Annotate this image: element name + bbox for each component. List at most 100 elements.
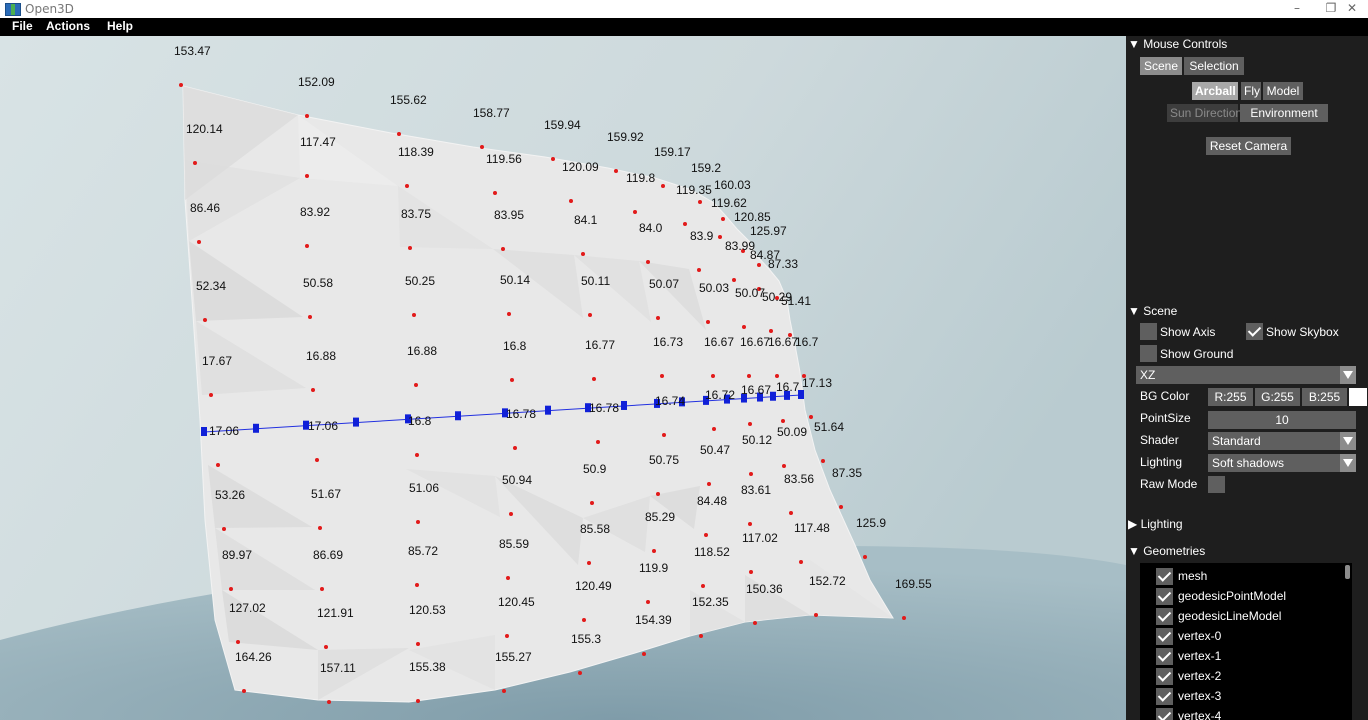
- model-button[interactable]: Model: [1263, 82, 1303, 100]
- bg-color-g[interactable]: G:255: [1255, 388, 1300, 406]
- vertex-value-label: 83.9: [690, 229, 714, 243]
- vertex-value-label: 16.8: [408, 414, 432, 428]
- geometry-visible-checkbox[interactable]: [1156, 708, 1173, 720]
- vertex-value-label: 120.49: [575, 579, 612, 593]
- geodesic-point-marker: [201, 427, 207, 436]
- show-ground-label: Show Ground: [1160, 347, 1234, 361]
- lighting-header[interactable]: ▶ Lighting: [1128, 517, 1183, 531]
- menu-actions[interactable]: Actions: [46, 19, 90, 33]
- bg-color-b[interactable]: B:255: [1302, 388, 1347, 406]
- menu-file[interactable]: File: [12, 19, 33, 33]
- vertex-value-label: 152.72: [809, 574, 846, 588]
- vertex-point: [308, 315, 312, 319]
- geometry-visible-checkbox[interactable]: [1156, 688, 1173, 705]
- lighting-select[interactable]: Soft shadows: [1208, 454, 1356, 472]
- environment-button[interactable]: Environment: [1240, 104, 1328, 122]
- vertex-value-label: 16.67: [704, 335, 734, 349]
- geometry-visible-checkbox[interactable]: [1156, 568, 1173, 585]
- sun-direction-button[interactable]: Sun Direction: [1167, 104, 1242, 122]
- geodesic-point-marker: [621, 400, 627, 410]
- tab-selection[interactable]: Selection: [1184, 57, 1244, 75]
- vertex-value-label: 16.77: [585, 338, 615, 352]
- vertex-point: [646, 260, 650, 264]
- vertex-value-label: 120.85: [734, 210, 771, 224]
- vertex-point: [236, 640, 240, 644]
- vertex-value-label: 119.9: [639, 561, 668, 575]
- geometries-header[interactable]: ▼ Geometries: [1128, 544, 1205, 558]
- vertex-value-label: 50.25: [405, 274, 435, 288]
- vertex-value-label: 87.33: [768, 257, 798, 271]
- 3d-viewport[interactable]: 153.47 152.09 155.62 158.77 159.94 159.92 159.…: [0, 36, 1126, 720]
- vertex-value-label: 86.46: [190, 201, 220, 215]
- show-skybox-checkbox[interactable]: [1246, 323, 1263, 340]
- vertex-point: [305, 114, 309, 118]
- minimize-button[interactable]: –: [1279, 0, 1315, 18]
- vertex-point: [397, 132, 401, 136]
- show-axis-checkbox[interactable]: [1140, 323, 1157, 340]
- vertex-value-label: 86.69: [313, 548, 343, 562]
- vertex-value-label: 51.06: [409, 481, 439, 495]
- close-button[interactable]: ✕: [1334, 0, 1368, 18]
- arcball-button[interactable]: Arcball: [1192, 82, 1238, 100]
- ground-plane-select[interactable]: XZ: [1136, 366, 1356, 384]
- geometry-visible-checkbox[interactable]: [1156, 628, 1173, 645]
- vertex-point: [493, 191, 497, 195]
- fly-button[interactable]: Fly: [1241, 82, 1261, 100]
- mouse-controls-header[interactable]: ▼ Mouse Controls: [1128, 37, 1227, 51]
- vertex-value-label: 125.97: [750, 224, 787, 238]
- raw-mode-checkbox[interactable]: [1208, 476, 1225, 493]
- vertex-value-label: 16.78: [506, 407, 536, 421]
- vertex-point: [660, 374, 664, 378]
- vertex-point: [592, 377, 596, 381]
- vertex-value-label: 17.67: [202, 354, 232, 368]
- vertex-value-label: 117.48: [794, 521, 830, 535]
- vertex-point: [324, 645, 328, 649]
- vertex-point: [697, 268, 701, 272]
- reset-camera-button[interactable]: Reset Camera: [1206, 137, 1291, 155]
- vertex-point: [814, 613, 818, 617]
- vertex-point: [569, 199, 573, 203]
- tab-scene[interactable]: Scene: [1140, 57, 1182, 75]
- vertex-value-label: 125.9: [856, 516, 886, 530]
- geodesic-point-marker: [253, 423, 259, 433]
- vertex-point: [320, 587, 324, 591]
- vertex-value-label: 50.07: [735, 286, 765, 300]
- vertex-value-label: 121.91: [317, 606, 354, 620]
- vertex-point: [416, 699, 420, 703]
- vertex-value-label: 50.47: [700, 443, 730, 457]
- vertex-point: [513, 446, 517, 450]
- geometries-list: mesh geodesicPointModel geodesicLineModel v…: [1140, 563, 1352, 720]
- geometry-item-label: geodesicLineModel: [1178, 609, 1282, 623]
- vertex-value-label: 152.35: [692, 595, 729, 609]
- vertex-value-label: 17.06: [209, 424, 239, 438]
- show-ground-checkbox[interactable]: [1140, 345, 1157, 362]
- vertex-point: [748, 522, 752, 526]
- geometry-visible-checkbox[interactable]: [1156, 608, 1173, 625]
- vertex-point: [596, 440, 600, 444]
- shader-select[interactable]: Standard: [1208, 432, 1356, 450]
- vertex-point: [203, 318, 207, 322]
- menu-help[interactable]: Help: [107, 19, 133, 33]
- vertex-point: [656, 492, 660, 496]
- geometry-item-label: geodesicPointModel: [1178, 589, 1287, 603]
- geometry-item-label: vertex-4: [1178, 709, 1222, 720]
- scene-canvas[interactable]: 153.47 152.09 155.62 158.77 159.94 159.92 159.…: [0, 36, 1126, 720]
- scene-header[interactable]: ▼ Scene: [1128, 304, 1177, 318]
- vertex-point: [633, 210, 637, 214]
- geometry-visible-checkbox[interactable]: [1156, 668, 1173, 685]
- vertex-value-label: 154.39: [635, 613, 672, 627]
- bg-color-swatch[interactable]: [1349, 388, 1367, 406]
- vertex-point: [582, 618, 586, 622]
- bg-color-r[interactable]: R:255: [1208, 388, 1253, 406]
- vertex-value-label: 120.14: [186, 122, 223, 136]
- vertex-value-label: 155.27: [495, 650, 532, 664]
- geometries-scrollbar[interactable]: [1345, 565, 1350, 579]
- geometry-visible-checkbox[interactable]: [1156, 648, 1173, 665]
- point-size-input[interactable]: 10: [1208, 411, 1356, 429]
- vertex-value-label: 16.88: [306, 349, 336, 363]
- vertex-value-label: 16.67: [768, 335, 798, 349]
- menu-bar: File Actions Help: [0, 18, 1368, 36]
- geometry-visible-checkbox[interactable]: [1156, 588, 1173, 605]
- vertex-point: [757, 263, 761, 267]
- vertex-value-label: 158.77: [473, 106, 510, 120]
